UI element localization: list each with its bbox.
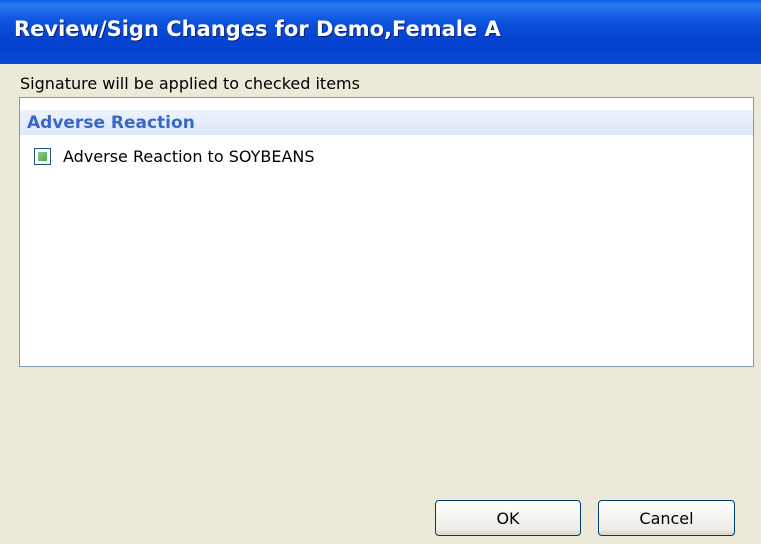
window-title: Review/Sign Changes for Demo,Female A <box>14 17 501 41</box>
title-bar[interactable]: Review/Sign Changes for Demo,Female A <box>0 0 761 64</box>
review-sign-dialog: Review/Sign Changes for Demo,Female A Si… <box>0 0 761 544</box>
group-header-adverse-reaction: Adverse Reaction <box>20 110 753 135</box>
ok-button[interactable]: OK <box>435 500 581 536</box>
group-header-label: Adverse Reaction <box>27 113 195 133</box>
list-item[interactable]: Adverse Reaction to SOYBEANS <box>34 144 315 168</box>
item-checkbox[interactable] <box>34 147 51 165</box>
cancel-button[interactable]: Cancel <box>598 500 735 536</box>
instruction-text: Signature will be applied to checked ite… <box>20 74 360 93</box>
checkbox-checked-indicator <box>38 151 47 161</box>
changes-list[interactable]: Adverse Reaction Adverse Reaction to SOY… <box>19 97 754 367</box>
list-item-label: Adverse Reaction to SOYBEANS <box>63 146 315 166</box>
